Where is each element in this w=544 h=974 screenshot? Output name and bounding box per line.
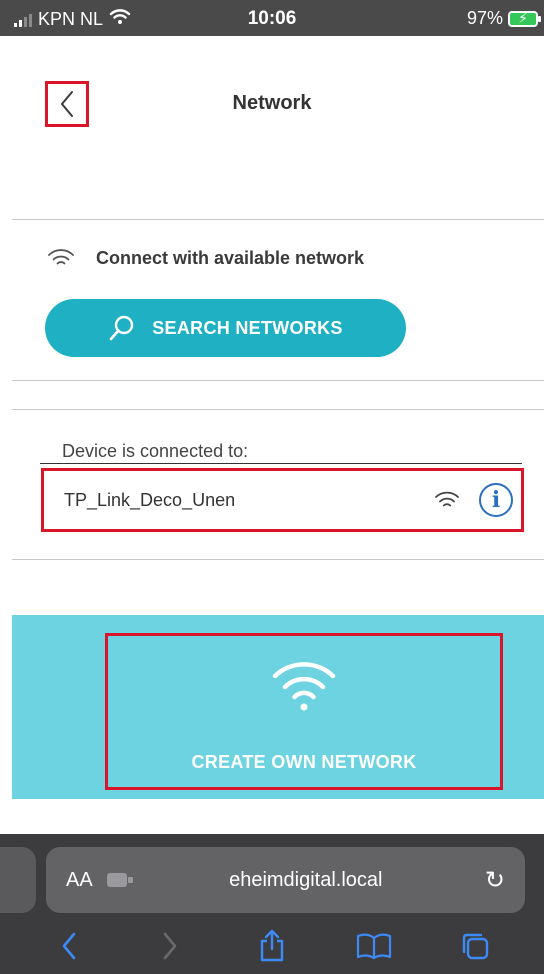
info-icon[interactable]: i xyxy=(479,483,513,517)
text-size-label: AA xyxy=(66,868,93,891)
create-own-network-button[interactable]: CREATE OWN NETWORK xyxy=(105,633,503,790)
search-networks-button[interactable]: SEARCH NETWORKS xyxy=(45,299,406,357)
connected-network-row[interactable]: TP_Link_Deco_Unen i xyxy=(41,468,524,532)
divider xyxy=(40,463,522,464)
battery-icon: ⚡ xyxy=(508,10,541,27)
previous-tab-preview[interactable] xyxy=(0,847,36,913)
network-name: TP_Link_Deco_Unen xyxy=(64,489,236,510)
reload-icon[interactable]: ↻ xyxy=(485,866,505,895)
address-bar[interactable]: AA eheimdigital.local ↻ xyxy=(46,847,525,913)
divider xyxy=(12,380,544,381)
status-time: 10:06 xyxy=(247,8,297,29)
url-text: eheimdigital.local xyxy=(229,868,383,891)
browser-forward-button[interactable] xyxy=(148,924,192,968)
status-right: 97% ⚡ xyxy=(466,8,541,29)
browser-back-button[interactable] xyxy=(47,924,91,968)
share-icon xyxy=(260,929,284,962)
page-title: Network xyxy=(232,92,312,114)
book-icon xyxy=(356,933,391,960)
wifi-icon xyxy=(435,491,459,507)
text-size-button[interactable]: AA xyxy=(66,869,93,892)
divider xyxy=(12,559,544,560)
browser-toolbar xyxy=(0,918,544,974)
wifi-icon xyxy=(272,662,336,711)
bookmarks-button[interactable] xyxy=(352,924,396,968)
status-bar: KPN NL 10:06 97% ⚡ xyxy=(0,0,544,36)
connect-label: Connect with available network xyxy=(96,247,365,268)
connect-section-header: Connect with available network xyxy=(46,247,364,269)
share-button[interactable] xyxy=(250,924,294,968)
info-glyph: i xyxy=(491,487,501,513)
tabs-button[interactable] xyxy=(453,924,497,968)
extension-icon[interactable] xyxy=(106,873,133,887)
tabs-icon xyxy=(462,933,489,960)
chevron-right-icon xyxy=(164,932,177,960)
connected-label: Device is connected to: xyxy=(62,441,249,461)
divider xyxy=(12,409,544,410)
search-icon xyxy=(109,315,134,341)
search-networks-label: SEARCH NETWORKS xyxy=(152,317,343,338)
create-own-network-label: CREATE OWN NETWORK xyxy=(191,752,417,772)
battery-percent: 97% xyxy=(466,8,503,28)
divider xyxy=(12,219,544,220)
chevron-left-icon xyxy=(62,932,76,960)
wifi-icon xyxy=(48,249,74,265)
